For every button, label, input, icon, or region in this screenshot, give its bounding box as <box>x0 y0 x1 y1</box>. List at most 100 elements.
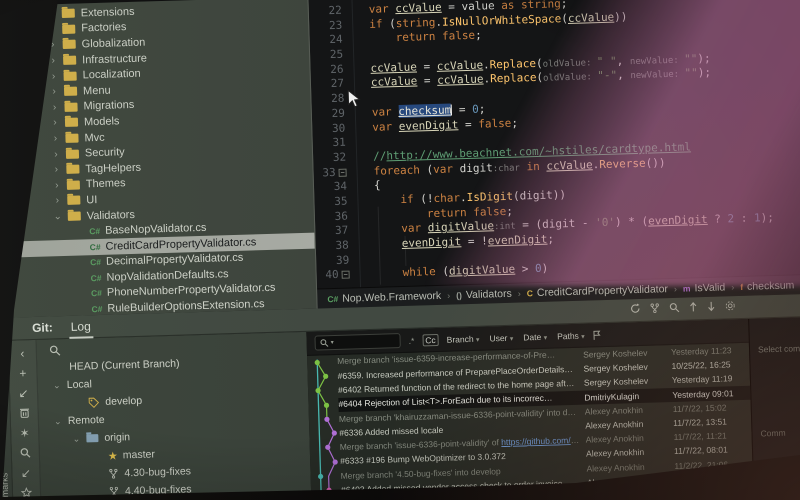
match-case-toggle[interactable]: Cc <box>422 333 439 346</box>
breadcrumb-item[interactable]: m IsValid <box>683 281 726 294</box>
breadcrumb-item[interactable]: f checksum <box>740 279 794 293</box>
code-token: if <box>369 16 390 31</box>
settings-icon[interactable] <box>725 300 736 311</box>
breadcrumb-separator: › <box>673 283 678 294</box>
git-body: ‹ + ↙ ✶ ↙ HEAD (Current Branch) ⌄ Local develop… <box>8 316 800 500</box>
breadcrumb-label: IsValid <box>694 280 726 294</box>
code-lines[interactable]: idationContext<T> context, TProperty val… <box>352 0 800 287</box>
code-token: (! <box>420 191 434 206</box>
refresh-icon[interactable] <box>630 303 641 314</box>
badge-label: origin|4.50-bug-fixes <box>563 391 579 403</box>
indent-setting[interactable]: 4 spaces <box>723 483 755 493</box>
code-token: Replace <box>489 56 537 72</box>
trash-icon[interactable] <box>15 404 33 422</box>
breadcrumb-separator: › <box>447 290 451 301</box>
filter-paths[interactable]: Paths ▾ <box>557 330 585 341</box>
code-area[interactable]: 22 23 24 25 26 27 28 29 30 31 32 33−34 35 36 37 38 39 40−… <box>308 0 800 289</box>
branch-label: develop <box>105 394 143 408</box>
tree-item-label: TagHelpers <box>85 161 142 176</box>
search-icon[interactable] <box>669 302 680 313</box>
line-ending[interactable]: CRLF <box>653 485 674 495</box>
tag-icon <box>88 397 100 408</box>
code-token: var <box>368 2 396 16</box>
code-token: as <box>494 0 522 13</box>
code-token: ) <box>541 262 549 276</box>
commit-author: Alexey Anokhin <box>585 447 645 460</box>
fold-marker[interactable]: − <box>341 270 350 280</box>
code-token: false <box>478 116 512 131</box>
tree-item-label: Globalization <box>81 36 146 51</box>
breadcrumb-label: checksum <box>746 278 795 293</box>
code-token: ccValue <box>436 58 484 73</box>
chevron-down-icon: ⌄ <box>52 379 61 390</box>
tree-item-label: Infrastructure <box>81 52 148 66</box>
incoming-arrow-icon[interactable]: ↙ <box>17 464 35 482</box>
code-token: value <box>461 0 495 14</box>
breadcrumb-item[interactable]: C# Nop.Web.Framework <box>327 289 441 304</box>
tree-item-label: Models <box>83 115 120 129</box>
code-token: ; <box>511 116 519 130</box>
commit-author: Sergey Koshelev <box>582 347 648 360</box>
folder-icon <box>62 24 76 34</box>
code-token: Reverse <box>599 156 646 171</box>
arrow-down-icon[interactable] <box>707 301 716 312</box>
bookmarks-label: Bookmarks <box>0 472 11 500</box>
filter-branch[interactable]: Branch ▾ <box>447 333 480 344</box>
file-encoding[interactable]: UTF-8 <box>687 484 710 494</box>
code-token: newValue: <box>630 69 685 82</box>
tab-log[interactable]: Log <box>68 316 93 337</box>
filter-label: User <box>489 332 510 343</box>
caret-position[interactable]: 29:23 <box>620 486 640 496</box>
plus-icon[interactable]: + <box>14 364 32 382</box>
apply-patch-icon[interactable]: ✶ <box>15 424 33 442</box>
chevron-right-icon: › <box>49 8 54 20</box>
chevron-right-icon: › <box>53 117 57 129</box>
commit-rows[interactable]: Merge branch 'issue-6359-increase-perfor… <box>307 343 753 500</box>
folder-icon <box>66 164 80 175</box>
folder-icon <box>67 195 81 206</box>
code-token: : <box>733 211 755 226</box>
gutter-line-number: 33− <box>322 165 347 179</box>
commit-search-input[interactable]: ▾ <box>314 333 401 351</box>
search-icon[interactable] <box>16 444 34 462</box>
star-icon[interactable] <box>17 484 35 500</box>
code-token: "" <box>683 51 698 66</box>
branch-label: HEAD (Current Branch) <box>69 357 180 373</box>
chevron-left-icon[interactable]: ‹ <box>13 344 31 362</box>
folder-icon <box>61 8 75 19</box>
gutter-line-number: 26 <box>330 62 344 76</box>
commit-link[interactable]: https://github.com/khairuzzaman/ <box>501 435 580 447</box>
folder-icon <box>67 211 81 221</box>
code-token: ccValue <box>395 0 442 16</box>
csharp-file-icon: C# <box>91 303 103 315</box>
fold-marker[interactable]: − <box>338 168 347 177</box>
arrow-up-icon[interactable] <box>689 301 698 312</box>
code-editor[interactable]: 22 23 24 25 26 27 28 29 30 31 32 33−34 35 36 37 38 39 40−… <box>308 0 800 309</box>
git-commit-list: ▾ .* Cc Branch ▾ User ▾ Date ▾ Paths ▾ M… <box>306 318 754 500</box>
gutter-line-number: 39 <box>335 253 350 267</box>
checkout-arrow-icon[interactable]: ↙ <box>14 384 32 402</box>
commit-detail-panel: Select commit to Comm <box>748 316 800 500</box>
code-token: (digit)) <box>512 188 567 203</box>
code-token: :char <box>492 163 521 174</box>
code-token: "" <box>684 66 698 80</box>
branch-icon[interactable] <box>650 302 660 314</box>
folder-icon <box>64 118 79 128</box>
code-token: = <box>416 59 437 74</box>
code-token: ); <box>697 51 711 65</box>
class-icon: C <box>526 287 534 298</box>
breadcrumb-item[interactable]: C CreditCardPropertyValidator <box>527 283 669 299</box>
regex-toggle[interactable]: .* <box>408 335 414 345</box>
csharp-file-icon: C# <box>90 272 102 284</box>
folder-icon <box>66 180 80 190</box>
filter-user[interactable]: User ▾ <box>489 332 513 343</box>
code-token: ); <box>697 66 712 80</box>
chevron-right-icon: › <box>53 133 58 145</box>
breadcrumb-item[interactable]: () Validators <box>456 287 512 301</box>
favorite-flag-icon[interactable] <box>593 330 601 340</box>
git-branches-panel[interactable]: HEAD (Current Branch) ⌄ Local develop ⌄ Remot… <box>36 331 312 500</box>
solution-explorer[interactable]: › Extensions › Factories › Globalization › Infr… <box>0 0 318 319</box>
filter-date[interactable]: Date ▾ <box>523 331 547 342</box>
tree-item-label: Factories <box>81 21 127 35</box>
gutter-line-number: 36 <box>334 209 349 223</box>
